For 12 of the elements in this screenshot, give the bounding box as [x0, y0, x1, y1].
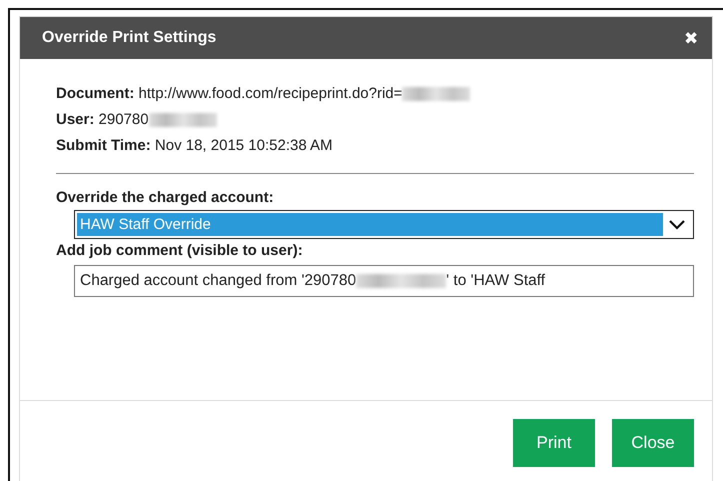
chevron-icon — [667, 218, 687, 232]
comment-field[interactable]: Charged account changed from '290780 ' to 'HAW Staff — [74, 265, 694, 297]
info-text: Submit Time: Nov 18, 2015 10:52:38 AM — [56, 136, 334, 156]
comment-label: Add job comment (visible to user): — [56, 241, 304, 261]
account-dropdown[interactable]: HAW Staff Override — [74, 210, 694, 239]
close-dialog-button[interactable]: Close — [612, 419, 694, 467]
dialog-title: Override Print Settings — [42, 29, 216, 47]
info-text: Document: http://www.food.com/recipeprint.do?rid= — [56, 81, 694, 107]
info-text: User: 290780 — [56, 107, 694, 133]
account-label: Override the charged account: — [56, 188, 275, 208]
print-button[interactable]: Print — [513, 419, 595, 467]
close-button[interactable]: ✖ — [684, 28, 698, 48]
